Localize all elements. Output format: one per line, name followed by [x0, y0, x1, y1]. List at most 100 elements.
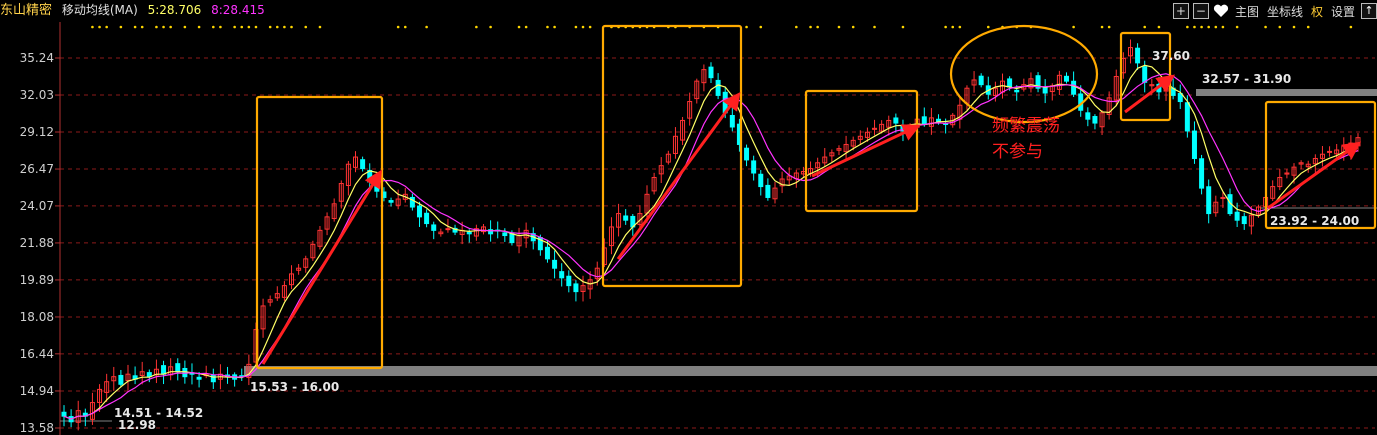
candle-body[interactable] — [416, 205, 422, 218]
candle-body[interactable] — [1135, 47, 1141, 64]
candle-body[interactable] — [175, 363, 181, 373]
candle-body[interactable] — [744, 147, 750, 161]
price-label: 15.53 - 16.00 — [250, 380, 339, 394]
main-chart-button[interactable]: 主图 — [1233, 3, 1261, 19]
y-tick-label: 21.88 — [20, 236, 54, 250]
candle-body[interactable] — [360, 159, 366, 170]
candle-body[interactable] — [1042, 87, 1048, 94]
price-label: 37.60 — [1152, 49, 1190, 63]
signal-dot — [809, 25, 812, 29]
candle-body[interactable] — [118, 374, 124, 385]
signal-dot — [546, 25, 549, 29]
y-tick-label: 18.08 — [20, 310, 54, 324]
candle-body[interactable] — [1327, 150, 1333, 153]
signal-dot — [1306, 25, 1310, 29]
signal-dot — [162, 25, 165, 29]
y-tick-label: 24.07 — [20, 199, 54, 213]
signal-dot — [254, 25, 258, 29]
candle-body[interactable] — [1142, 66, 1148, 83]
signal-dot — [1207, 25, 1210, 29]
signal-dot — [816, 25, 819, 29]
zoom-out-button[interactable]: − — [1192, 3, 1209, 19]
candle-body[interactable] — [751, 160, 757, 174]
candle-body[interactable] — [729, 114, 735, 128]
candle-body[interactable] — [1007, 78, 1013, 88]
signal-dot — [247, 25, 251, 29]
highlight-box — [1264, 100, 1377, 230]
candle-body[interactable] — [1241, 216, 1247, 225]
candle-body[interactable] — [161, 365, 167, 375]
signal-dot — [1221, 25, 1225, 29]
candle-body[interactable] — [708, 66, 714, 79]
candle-body[interactable] — [466, 231, 472, 235]
y-tick-label: 29.12 — [20, 125, 54, 139]
candle-body[interactable] — [445, 228, 451, 231]
candle-body[interactable] — [544, 246, 550, 260]
signal-dot — [553, 25, 556, 29]
annotation-text: 不参与 — [992, 142, 1043, 162]
candle-body[interactable] — [559, 271, 565, 279]
price-label: 23.92 - 24.00 — [1270, 214, 1359, 228]
candle-body[interactable] — [921, 116, 927, 125]
candle-body[interactable] — [552, 259, 558, 269]
signal-dot — [1143, 25, 1147, 29]
candle-body[interactable] — [1063, 75, 1069, 82]
candle-body[interactable] — [765, 184, 771, 198]
signal-dot — [283, 25, 286, 29]
candlestick-chart[interactable]: 35.24 32.03 29.12 26.47 24.07 21.88 19.89 18.08… — [0, 0, 1377, 435]
signal-dot — [290, 25, 293, 29]
candle-body[interactable] — [424, 212, 430, 225]
candle-body[interactable] — [1191, 130, 1197, 159]
signal-dot — [1200, 25, 1203, 29]
signal-dot — [133, 25, 137, 29]
signal-dot — [944, 25, 947, 29]
candle-body[interactable] — [1071, 80, 1077, 95]
zoom-in-button[interactable]: + — [1172, 3, 1189, 19]
candle-body[interactable] — [388, 200, 394, 203]
settings-button[interactable]: 设置 — [1329, 3, 1357, 19]
candle-body[interactable] — [893, 117, 899, 124]
signal-dot — [425, 25, 428, 29]
candle-body[interactable] — [196, 376, 202, 380]
candle-body[interactable] — [1014, 89, 1020, 93]
signal-dot — [873, 25, 876, 29]
candle-body[interactable] — [573, 283, 579, 293]
signal-dot — [837, 25, 841, 29]
signal-dot — [318, 25, 322, 29]
indicator-name[interactable]: 移动均线(MA) — [62, 3, 138, 17]
candle-body[interactable] — [1206, 186, 1212, 215]
chart-toolbar: + − 主图 坐标线 权 设置 ↑ — [1172, 2, 1377, 20]
candle-body[interactable] — [978, 75, 984, 86]
rights-button[interactable]: 权 — [1309, 3, 1325, 19]
stock-name[interactable]: 东山精密 — [0, 3, 52, 18]
y-tick-label: 32.03 — [20, 88, 54, 102]
candle-body[interactable] — [1184, 102, 1190, 132]
trend-arrow — [1124, 74, 1175, 114]
candle-body[interactable] — [431, 224, 437, 231]
signal-dot — [1100, 25, 1104, 29]
signal-dot — [1072, 25, 1075, 29]
arrow-up-icon[interactable]: ↑ — [1361, 3, 1377, 19]
candle-body[interactable] — [61, 411, 67, 417]
candle-body[interactable] — [1234, 211, 1240, 221]
coord-line-button[interactable]: 坐标线 — [1265, 3, 1305, 19]
signal-dot — [197, 25, 201, 29]
candle-body[interactable] — [1199, 158, 1205, 189]
signal-dot — [901, 25, 905, 29]
signal-dot — [958, 25, 962, 29]
signal-dot — [403, 25, 407, 29]
candle-body[interactable] — [502, 232, 508, 237]
y-axis: 35.24 32.03 29.12 26.47 24.07 21.88 19.89 18.08… — [20, 22, 61, 435]
signal-dot — [581, 25, 585, 29]
candle-body[interactable] — [1092, 116, 1098, 124]
candle-body[interactable] — [758, 173, 764, 188]
heart-icon[interactable] — [1213, 3, 1229, 19]
candle-body[interactable] — [374, 183, 380, 192]
candle-body[interactable] — [623, 215, 629, 221]
signal-dot — [588, 25, 592, 29]
candle-body[interactable] — [566, 275, 572, 287]
candle-body[interactable] — [715, 79, 721, 96]
price-label: 32.57 - 31.90 — [1202, 72, 1291, 86]
signal-dot — [1193, 25, 1196, 29]
candle-body[interactable] — [1085, 112, 1091, 120]
